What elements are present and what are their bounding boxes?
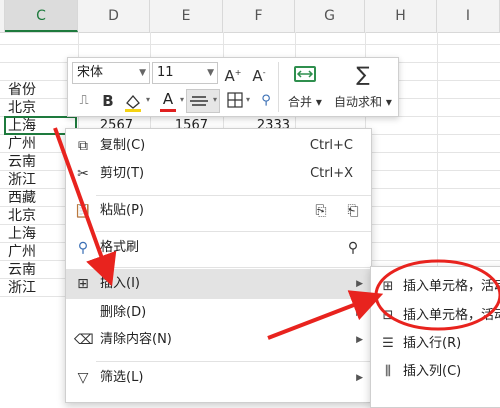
menu-item-shortcut: Ctrl+C <box>309 138 353 153</box>
format-painter-lock-icon[interactable]: ⚲ <box>344 239 362 257</box>
insert-cells-right-icon: ⊞ <box>382 279 394 294</box>
insert-cells-down-icon: ⊟ <box>382 308 394 323</box>
column-header-d[interactable]: D <box>78 0 150 32</box>
chevron-down-icon[interactable]: ▾ <box>146 95 150 104</box>
eraser-icon: ⌫ <box>74 332 94 348</box>
submenu-item-insert-col[interactable]: ⫼ 插入列(C) <box>371 357 500 387</box>
submenu-item-label: 插入单元格，活动 <box>403 279 500 294</box>
cell-c-header[interactable]: 省份 <box>8 81 36 99</box>
clear-format-icon[interactable]: ⎍ <box>74 89 94 113</box>
submenu-item-label: 插入列(C) <box>403 364 462 379</box>
submenu-arrow-icon: ▶ <box>356 335 363 345</box>
chevron-down-icon[interactable]: ▾ <box>246 95 250 104</box>
filter-icon: ▽ <box>77 370 89 386</box>
menu-item-format-painter[interactable]: ⚲ 格式刷 ⚲ <box>66 233 371 263</box>
menu-item-label: 格式刷 <box>100 240 140 255</box>
menu-item-shortcut: Ctrl+X <box>310 166 353 181</box>
menu-item-paste[interactable]: 📋 粘贴(P) ⎘ ⎗ <box>66 196 371 226</box>
column-header-c[interactable]: C <box>5 0 78 32</box>
font-size-value: 11 <box>157 65 174 80</box>
insert-col-icon: ⫼ <box>385 364 391 379</box>
column-header-g[interactable]: G <box>295 0 365 32</box>
font-size-dropdown[interactable]: 11 ▼ <box>152 62 218 84</box>
submenu-item-label: 插入单元格，活动 <box>403 308 500 323</box>
format-painter-icon[interactable]: ⚲ <box>256 89 276 113</box>
bold-icon[interactable]: B <box>98 89 118 113</box>
submenu-arrow-icon: ▶ <box>356 279 363 289</box>
clipboard-icon: 📋 <box>74 203 92 219</box>
align-button[interactable]: ▾ <box>186 89 220 113</box>
paste-values-icon[interactable]: ⎘ <box>312 202 330 220</box>
align-center-icon <box>190 96 208 106</box>
menu-item-copy[interactable]: ⧉ 复制(C) Ctrl+C <box>66 131 371 161</box>
cell-c[interactable]: 西藏 <box>8 189 36 207</box>
column-header-i[interactable]: I <box>437 0 500 32</box>
cell-c[interactable]: 广州 <box>8 135 36 153</box>
insert-row-icon: ☰ <box>382 336 394 351</box>
format-painter-icon: ⚲ <box>77 240 89 256</box>
increase-font-icon[interactable]: A+ <box>222 61 244 85</box>
menu-separator <box>96 267 371 268</box>
submenu-item-insert-cells-right[interactable]: ⊞ 插入单元格，活动 <box>371 272 500 302</box>
cell-c[interactable]: 浙江 <box>8 171 36 189</box>
menu-item-delete[interactable]: 删除(D) ▶ <box>66 298 371 328</box>
merge-button[interactable]: 合并 ▾ <box>288 93 322 110</box>
sum-icon[interactable]: ∑ <box>351 62 375 88</box>
submenu-item-label: 插入行(R) <box>403 336 462 351</box>
cell-c[interactable]: 云南 <box>8 153 36 171</box>
column-header-h[interactable]: H <box>365 0 437 32</box>
menu-item-label: 筛选(L) <box>100 370 144 385</box>
cell-c[interactable]: 北京 <box>8 207 36 225</box>
border-icon[interactable] <box>226 91 246 111</box>
menu-item-label: 剪切(T) <box>100 166 145 181</box>
column-header-e[interactable]: E <box>150 0 223 32</box>
merge-cells-icon[interactable] <box>294 66 316 82</box>
context-menu: ⧉ 复制(C) Ctrl+C ✂ 剪切(T) Ctrl+X 📋 粘贴(P) ⎘ … <box>65 128 372 403</box>
submenu-arrow-icon: ▶ <box>356 308 363 318</box>
fill-color-icon[interactable] <box>122 91 144 113</box>
insert-submenu: ⊞ 插入单元格，活动 ⊟ 插入单元格，活动 ☰ 插入行(R) ⫼ 插入列(C) <box>370 266 500 408</box>
toolbar-divider <box>278 62 279 112</box>
cell-c[interactable]: 云南 <box>8 261 36 279</box>
chevron-down-icon: ▼ <box>207 68 214 78</box>
font-name-value: 宋体 <box>77 65 104 80</box>
menu-item-label: 清除内容(N) <box>100 332 172 347</box>
menu-item-label: 删除(D) <box>100 305 147 320</box>
autosum-label: 自动求和 <box>334 95 383 109</box>
decrease-font-icon[interactable]: A- <box>248 61 270 85</box>
grid-line <box>0 44 500 45</box>
cell-c[interactable]: 浙江 <box>8 279 36 297</box>
menu-item-clear[interactable]: ⌫ 清除内容(N) ▶ <box>66 325 371 355</box>
submenu-item-insert-row[interactable]: ☰ 插入行(R) <box>371 329 500 359</box>
menu-item-label: 复制(C) <box>100 138 146 153</box>
column-header-bar: C D E F G H I <box>0 0 500 33</box>
menu-item-cut[interactable]: ✂ 剪切(T) Ctrl+X <box>66 159 371 189</box>
autosum-button[interactable]: 自动求和 ▾ <box>334 93 392 110</box>
insert-cell-icon: ⊞ <box>77 276 89 292</box>
font-color-icon[interactable]: A <box>158 89 178 113</box>
submenu-arrow-icon: ▶ <box>356 373 363 383</box>
scissors-icon: ✂ <box>77 166 89 182</box>
font-name-dropdown[interactable]: 宋体 ▼ <box>72 62 150 84</box>
submenu-item-insert-cells-down[interactable]: ⊟ 插入单元格，活动 <box>371 301 500 331</box>
cell-c[interactable]: 广州 <box>8 243 36 261</box>
menu-item-label: 粘贴(P) <box>100 203 144 218</box>
menu-separator <box>96 361 371 362</box>
menu-separator <box>96 231 371 232</box>
floating-format-toolbar: 宋体 ▼ 11 ▼ A+ A- 合并 ▾ ∑ 自动求和 ▾ ⎍ B ▾ A ▾ … <box>67 57 399 117</box>
cell-c[interactable]: 上海 <box>8 225 36 243</box>
cell-c[interactable]: 北京 <box>8 99 36 117</box>
chevron-down-icon: ▼ <box>139 68 146 78</box>
copy-icon: ⧉ <box>78 138 88 154</box>
chevron-down-icon[interactable]: ▾ <box>180 95 184 104</box>
paste-special-icon[interactable]: ⎗ <box>344 202 362 220</box>
menu-item-insert[interactable]: ⊞ 插入(I) ▶ <box>66 269 371 299</box>
column-header-f[interactable]: F <box>223 0 295 32</box>
menu-item-filter[interactable]: ▽ 筛选(L) ▶ <box>66 363 371 393</box>
menu-item-label: 插入(I) <box>100 276 140 291</box>
merge-label: 合并 <box>288 95 313 109</box>
